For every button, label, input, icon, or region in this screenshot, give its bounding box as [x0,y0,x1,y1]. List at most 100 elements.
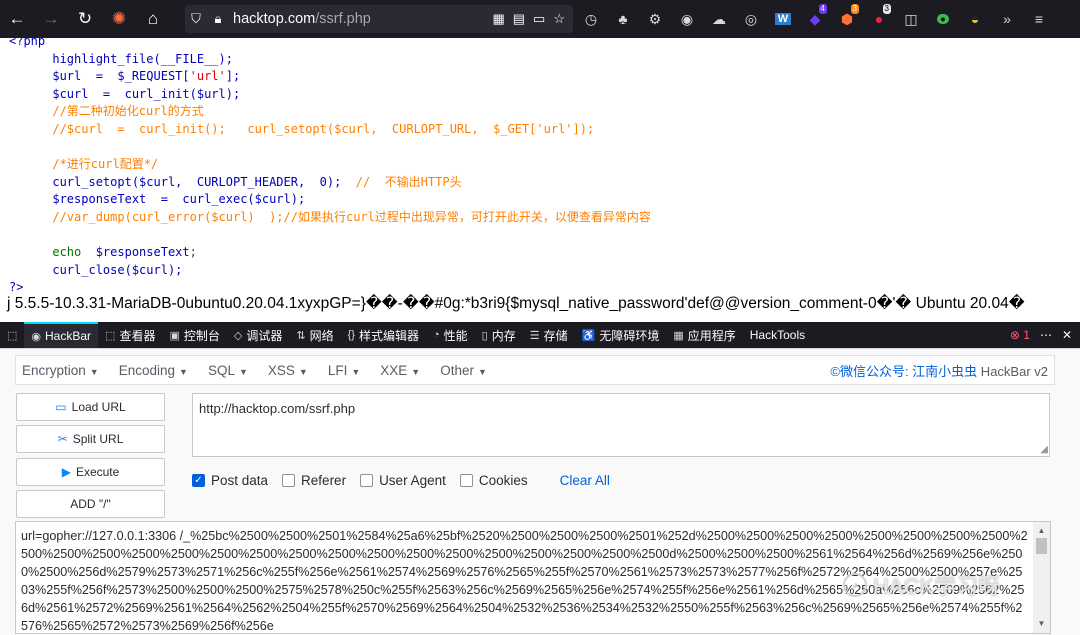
tab-label: 应用程序 [687,328,736,343]
sidebar-icon[interactable]: ◫ [895,0,927,38]
menu-icon[interactable]: ≡ [1023,0,1055,38]
extension-icon[interactable]: ♣ [607,0,639,38]
close-icon[interactable]: ✕ [1062,328,1072,342]
curl-response-output: j 5.5.5-10.3.31-MariaDB-0ubuntu0.20.04.1… [7,295,1025,312]
chevron-down-icon: ▼ [238,366,248,377]
devtools-tab-picker[interactable]: ⬚ [0,322,24,348]
cookies-checkbox[interactable] [459,474,473,487]
scrollbar[interactable]: ▲ ▼ [1033,522,1050,633]
split-url-button[interactable]: ✂ Split URL [16,425,165,453]
overflow-icon[interactable]: ⋯ [1040,328,1052,342]
badge-extension-icon[interactable]: ◆ 4 [799,0,831,38]
ublock-icon[interactable]: ⬢ 3 [831,0,863,38]
load-icon: ▭ [55,400,67,414]
fox-icon[interactable]: ◒ [959,0,991,38]
user-agent-checkbox[interactable] [360,474,374,487]
scroll-up-icon[interactable]: ▲ [1033,524,1050,538]
qr-code-icon[interactable]: ▦ [492,11,504,27]
devtools-tab-tab[interactable]: ⬚ 查看器 [98,322,162,348]
extension-icon[interactable]: ◉ [671,0,703,38]
word-icon[interactable]: W [767,0,799,38]
watermark: ◕ HACK学习呀 [843,569,1000,601]
scroll-thumb[interactable] [1036,538,1047,554]
browser-toolbar: ← → ↻ ✺ ⌂ ⛉ 🔒︎ hacktop.com/ssrf.php ▦ ▤ … [0,0,1080,38]
firefox-view-icon[interactable]: ✺ [102,0,136,38]
tab-label: 内存 [491,328,516,343]
menu-encoding[interactable]: Encoding ▼ [113,363,194,378]
bookmark-star-icon[interactable]: ☆ [553,11,565,27]
code-line: curl_close($curl); [9,262,183,277]
page-content: <?php highlight_file(__FILE__); $url = $… [0,38,1080,322]
eye-icon[interactable]: ◎ [735,0,767,38]
user-agent-option[interactable]: User Agent [360,473,446,488]
menu-encryption[interactable]: Encryption ▼ [16,363,105,378]
shield-icon[interactable]: ⛉ [185,11,207,27]
devtools-tab-tab[interactable]: {} 样式编辑器 [341,322,426,348]
menu-xxe[interactable]: XXE ▼ [374,363,426,378]
add-slash-button[interactable]: ADD "/" [16,490,165,518]
devtools-tab-tab[interactable]: ◔ 性能 [426,322,475,348]
devtools-tab-tab[interactable]: ♿ 无障碍环境 [575,322,667,348]
back-icon[interactable]: ← [0,0,34,38]
execute-button[interactable]: ▶ Execute [16,458,165,486]
forward-icon[interactable]: → [34,0,68,38]
play-icon: ▶ [61,465,71,479]
resize-handle-icon[interactable]: ◢ [1040,444,1048,455]
cookies-option[interactable]: Cookies [459,473,528,488]
error-count[interactable]: ⊗ 1 [1010,328,1030,342]
devtools-tab-tab[interactable]: ◇ 调试器 [227,322,289,348]
tab-icon: {} [347,329,355,341]
tab-label: 调试器 [246,328,283,343]
tab-icon: ▦ [673,329,684,342]
scroll-down-icon[interactable]: ▼ [1033,617,1050,631]
hackbar-menu: Encryption ▼ Encoding ▼ SQL ▼ XSS ▼ LFI ▼ XXE ▼ Othe… [15,355,1055,385]
chevron-down-icon: ▼ [351,366,361,377]
menu-xss[interactable]: XSS ▼ [262,363,314,378]
extension-badge: 4 [818,4,827,14]
referer-checkbox[interactable] [282,474,296,487]
devtools-tab-tab[interactable]: ◉ HackBar [24,322,99,348]
tab-label: 查看器 [119,328,156,343]
reader-mode-icon[interactable]: ▤ [513,11,525,27]
devtools-tab-tab[interactable]: ▣ 控制台 [162,322,226,348]
tab-label: 无障碍环境 [599,328,660,343]
tab-label: 存储 [543,328,568,343]
post-data-option[interactable]: ✓ Post data [192,473,268,488]
url-textarea[interactable]: http://hacktop.com/ssrf.php ◢ [192,393,1050,457]
recorder-icon[interactable]: ● 3 [863,0,895,38]
clear-all-link[interactable]: Clear All [560,473,610,488]
url-text[interactable]: hacktop.com/ssrf.php [233,11,371,27]
menu-other[interactable]: Other ▼ [434,363,493,378]
overflow-icon[interactable]: » [991,0,1023,38]
extension-icon[interactable]: ⚙ [639,0,671,38]
chevron-down-icon: ▼ [411,366,421,377]
toggle-icon[interactable]: ● [927,0,959,38]
tab-label: 控制台 [183,328,220,343]
extension-icon[interactable]: ☁ [703,0,735,38]
menu-sql[interactable]: SQL ▼ [202,363,254,378]
menu-lfi[interactable]: LFI ▼ [322,363,366,378]
address-bar[interactable]: ⛉ 🔒︎ hacktop.com/ssrf.php ▦ ▤ ▭ ☆ [185,5,573,33]
code-line: //var_dump(curl_error($curl) );//如果执行cur… [9,209,651,224]
tab-icon: ◇ [233,329,243,342]
screenshot-icon[interactable]: ▭ [533,11,545,27]
history-icon[interactable]: ◷ [575,0,607,38]
devtools-tab-strip: ⬚ ◉ HackBar ⬚ 查看器 ▣ 控制台 ◇ 调试器 ⇅ 网络{} 样式编辑器 ◔ 性能 ▯ 内存 ☰ 存储… [0,322,1080,348]
devtools-tab-tab[interactable]: ▯ 内存 [475,322,523,348]
devtools-tab-tab[interactable]: ☰ 存储 [523,322,575,348]
tab-label: HackTools [749,328,806,342]
referer-option[interactable]: Referer [282,473,346,488]
code-line: highlight_file(__FILE__); [9,51,233,66]
tab-icon: ⬚ [7,329,18,342]
reload-icon[interactable]: ↻ [68,0,102,38]
devtools-tab-tab[interactable]: ⇅ 网络 [289,322,340,348]
home-icon[interactable]: ⌂ [136,0,170,38]
chevron-down-icon: ▼ [477,366,487,377]
load-url-button[interactable]: ▭ Load URL [16,393,165,421]
post-data-checkbox[interactable]: ✓ [192,474,205,487]
devtools-tab-tab[interactable]: ▦ 应用程序 [666,322,742,348]
tab-icon: ▣ [169,329,180,342]
lock-icon[interactable]: 🔒︎ [207,11,229,27]
devtools-tab-tab[interactable]: HackTools [743,322,812,348]
